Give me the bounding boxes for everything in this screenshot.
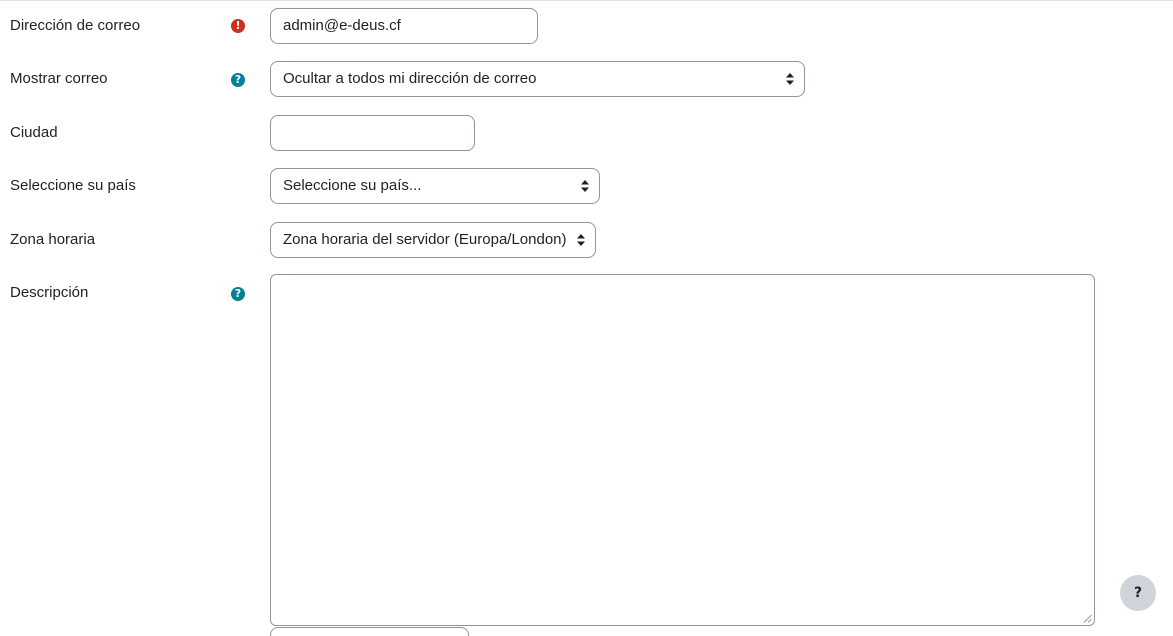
city-field[interactable] xyxy=(270,115,475,151)
timezone-select[interactable]: Zona horaria del servidor (Europa/London… xyxy=(270,222,596,258)
country-selected-value: Seleccione su país... xyxy=(283,177,422,194)
profile-form-page: Dirección de correo ! admin@e-deus.cf Mo… xyxy=(0,0,1173,636)
help-button[interactable]: ? xyxy=(1120,575,1156,611)
description-label: Descripción xyxy=(10,284,89,301)
required-icon: ! xyxy=(231,19,245,33)
city-label: Ciudad xyxy=(10,124,58,141)
timezone-label: Zona horaria xyxy=(10,231,96,248)
email-label: Dirección de correo xyxy=(10,17,141,34)
resize-handle-icon[interactable] xyxy=(1083,614,1092,623)
help-icon[interactable]: ? xyxy=(231,73,245,87)
description-textarea[interactable] xyxy=(270,274,1095,626)
help-icon[interactable]: ? xyxy=(231,287,245,301)
email-field[interactable]: admin@e-deus.cf xyxy=(270,8,538,44)
select-arrows-icon xyxy=(786,73,794,85)
display-email-label: Mostrar correo xyxy=(10,70,108,87)
country-label: Seleccione su país xyxy=(10,177,136,194)
select-arrows-icon xyxy=(581,180,589,192)
display-email-select[interactable]: Ocultar a todos mi dirección de correo xyxy=(270,61,805,97)
select-arrows-icon xyxy=(577,234,585,246)
next-field-partial[interactable] xyxy=(270,627,469,636)
country-select[interactable]: Seleccione su país... xyxy=(270,168,600,204)
display-email-selected-value: Ocultar a todos mi dirección de correo xyxy=(283,70,537,87)
timezone-selected-value: Zona horaria del servidor (Europa/London… xyxy=(283,231,567,248)
